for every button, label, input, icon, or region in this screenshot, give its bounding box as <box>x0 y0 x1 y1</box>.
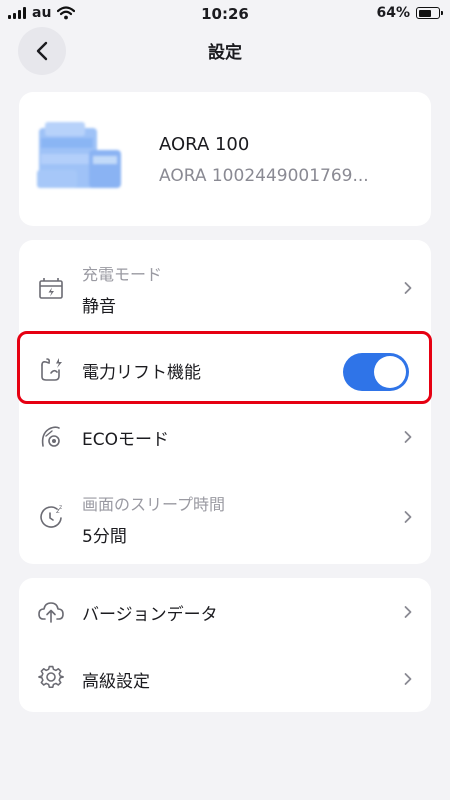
status-right: 64% <box>376 5 443 21</box>
device-image <box>37 122 121 188</box>
device-card[interactable]: AORA 100 AORA 1002449001769... <box>19 92 431 226</box>
eco-mode-label: ECOモード <box>82 430 169 450</box>
device-serial: AORA 1002449001769... <box>159 166 369 186</box>
chevron-right-icon <box>404 511 412 523</box>
chevron-right-icon <box>404 431 412 443</box>
eco-mode-row[interactable]: ECOモード <box>19 404 431 470</box>
cloud-upload-icon <box>38 602 64 623</box>
chevron-right-icon <box>404 606 412 618</box>
charger-icon <box>39 278 63 299</box>
battery-icon <box>416 7 443 19</box>
sleep-timer-icon: z z <box>40 504 62 528</box>
battery-percent: 64% <box>376 5 410 21</box>
advanced-settings-row[interactable]: 高級設定 <box>19 645 431 712</box>
charge-mode-value: 静音 <box>82 297 116 317</box>
charge-mode-row[interactable]: 充電モード 静音 <box>19 240 431 328</box>
svg-text:z: z <box>59 504 62 511</box>
more-card: バージョンデータ 高級設定 <box>19 578 431 712</box>
version-data-row[interactable]: バージョンデータ <box>19 578 431 645</box>
chevron-right-icon <box>404 282 412 294</box>
gear-icon <box>38 665 64 688</box>
screen-sleep-value: 5分間 <box>82 527 127 547</box>
screen-sleep-label: 画面のスリープ時間 <box>82 495 226 514</box>
screen-sleep-row[interactable]: z z 画面のスリープ時間 5分間 <box>19 472 431 560</box>
page-title: 設定 <box>208 43 242 63</box>
version-data-label: バージョンデータ <box>82 605 218 625</box>
highlight-annotation <box>17 331 432 404</box>
charge-mode-label: 充電モード <box>82 265 163 284</box>
eco-icon <box>41 426 60 447</box>
advanced-settings-label: 高級設定 <box>82 672 150 692</box>
chevron-right-icon <box>404 673 412 685</box>
status-bar: au 10:26 64% <box>0 0 450 28</box>
device-name: AORA 100 <box>159 134 250 155</box>
